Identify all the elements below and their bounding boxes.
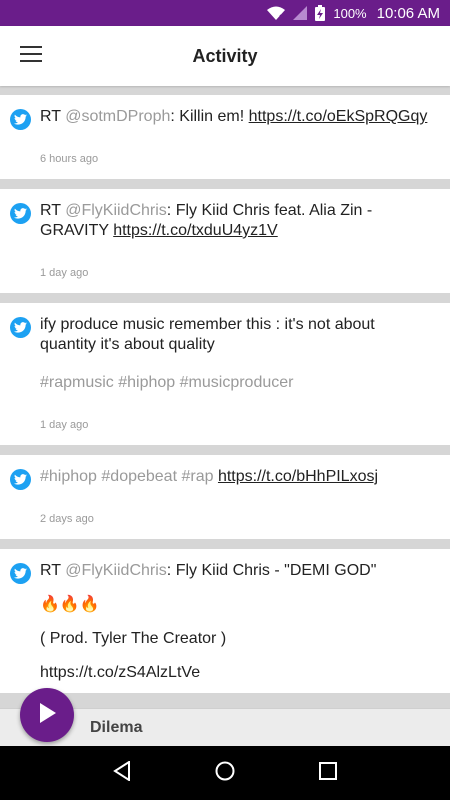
home-icon xyxy=(215,761,235,786)
tweet-timestamp: 2 days ago xyxy=(40,513,94,525)
tweet-timestamp: 6 hours ago xyxy=(40,153,99,165)
tweet-card[interactable]: RT @sotmDProph: Killin em! https://t.co/… xyxy=(0,95,450,179)
play-button[interactable] xyxy=(20,688,74,742)
status-bar: 100% 10:06 AM xyxy=(0,0,450,26)
tweet-hashtags[interactable]: #rapmusic #hiphop #musicproducer xyxy=(40,373,434,393)
tweet-timestamp: 1 day ago xyxy=(40,267,89,279)
tweet-card[interactable]: #hiphop #dopebeat #rap https://t.co/bHhP… xyxy=(0,455,450,539)
tweet-card[interactable]: RT @FlyKiidChris: Fly Kiid Chris feat. A… xyxy=(0,189,450,293)
tweet-url-link[interactable]: https://t.co/bHhPILxosj xyxy=(218,468,378,485)
tweet-body: : Fly Kiid Chris - "DEMI GOD" xyxy=(166,562,377,579)
twitter-icon xyxy=(10,203,31,224)
tweet-timestamp: 1 day ago xyxy=(40,419,89,431)
tweet-card[interactable]: ify produce music remember this : it's n… xyxy=(0,303,450,445)
mention-link[interactable]: @FlyKiidChris xyxy=(65,562,167,579)
tweet-line-2: ( Prod. Tyler The Creator ) xyxy=(40,630,227,647)
play-icon xyxy=(38,702,56,728)
tweet-url-link[interactable]: https://t.co/oEkSpRQGqy xyxy=(249,108,428,125)
tweet-card[interactable]: RT @FlyKiidChris: Fly Kiid Chris - "DEMI… xyxy=(0,549,450,693)
wifi-icon xyxy=(267,6,286,20)
mention-link[interactable]: @FlyKiidChris xyxy=(65,202,167,219)
twitter-icon xyxy=(10,563,31,584)
tweet-text: RT @FlyKiidChris: Fly Kiid Chris feat. A… xyxy=(40,201,434,241)
mention-link[interactable]: @sotmDProph xyxy=(65,108,170,125)
tweet-hashtags[interactable]: #hiphop #dopebeat #rap xyxy=(40,468,214,485)
fire-emoji: 🔥🔥🔥 xyxy=(40,596,100,613)
activity-feed[interactable]: RT @sotmDProph: Killin em! https://t.co/… xyxy=(0,86,450,708)
retweet-prefix: RT xyxy=(40,202,66,219)
back-button[interactable] xyxy=(102,753,142,793)
tweet-text: ify produce music remember this : it's n… xyxy=(40,316,375,353)
tweet-body: : Killin em! xyxy=(170,108,249,125)
track-title: Dilema xyxy=(90,718,143,736)
retweet-prefix: RT xyxy=(40,108,66,125)
system-nav-bar xyxy=(0,746,450,800)
menu-button[interactable] xyxy=(0,26,62,86)
page-title: Activity xyxy=(192,45,258,66)
tweet-text: RT @sotmDProph: Killin em! https://t.co/… xyxy=(40,107,434,127)
tweet-url-link[interactable]: https://t.co/zS4AlzLtVe xyxy=(40,663,434,683)
tweet-url-link[interactable]: https://t.co/txduU4yz1V xyxy=(113,222,278,239)
twitter-icon xyxy=(10,469,31,490)
clock: 10:06 AM xyxy=(376,4,440,22)
recents-button[interactable] xyxy=(308,753,348,793)
tweet-text: #hiphop #dopebeat #rap https://t.co/bHhP… xyxy=(40,467,434,487)
app-bar: Activity xyxy=(0,26,450,86)
signal-icon xyxy=(293,6,308,20)
battery-percent: 100% xyxy=(333,5,367,21)
back-icon xyxy=(112,759,131,786)
twitter-icon xyxy=(10,109,31,130)
tweet-text: RT @FlyKiidChris: Fly Kiid Chris - "DEMI… xyxy=(40,561,434,581)
retweet-prefix: RT xyxy=(40,562,66,579)
hamburger-menu-icon xyxy=(20,45,42,67)
battery-charging-icon xyxy=(315,5,326,21)
recents-icon xyxy=(319,761,338,785)
twitter-icon xyxy=(10,317,31,338)
home-button[interactable] xyxy=(205,753,245,793)
